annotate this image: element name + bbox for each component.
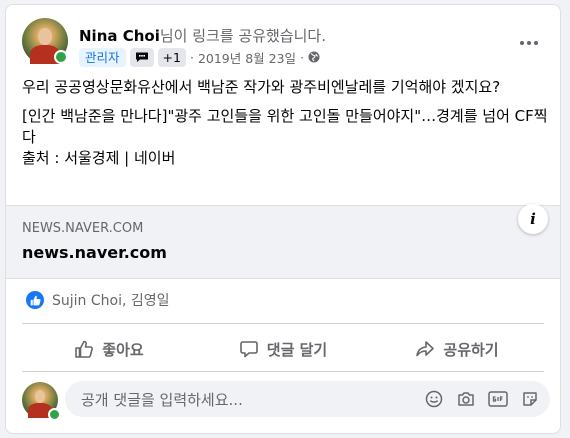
post-actions: 좋아요 댓글 달기 공유하기	[22, 331, 544, 367]
more-options-button[interactable]	[511, 29, 547, 57]
share-icon	[415, 339, 435, 359]
post-timestamp[interactable]: 2019년 8월 23일	[198, 48, 296, 67]
divider	[22, 371, 544, 372]
admin-badge[interactable]: 관리자	[79, 47, 126, 67]
post-body: 우리 공공영상문화유산에서 백남준 작가와 광주비엔날레를 기억해야 겠지요? …	[22, 77, 552, 169]
comment-tools	[424, 389, 540, 409]
link-title[interactable]: news.naver.com	[22, 243, 167, 262]
like-icon	[26, 291, 44, 309]
online-status-dot	[48, 408, 61, 421]
comment-placeholder: 공개 댓글을 입력하세요...	[81, 390, 243, 409]
reaction-names[interactable]: Sujin Choi, 김영일	[52, 290, 170, 310]
divider	[22, 323, 544, 324]
post-text-line: 우리 공공영상문화유산에서 백남준 작가와 광주비엔날레를 기억해야 겠지요?	[22, 78, 501, 96]
share-button[interactable]: 공유하기	[370, 331, 544, 367]
post-header: Nina Choi님이 링크를 공유했습니다.	[79, 25, 326, 46]
like-button[interactable]: 좋아요	[22, 331, 196, 367]
globe-icon[interactable]	[308, 51, 320, 63]
thumbs-up-icon	[74, 339, 94, 359]
like-label: 좋아요	[102, 340, 144, 359]
post-action-text: 님이 링크를 공유했습니다.	[159, 27, 326, 45]
meta-separator: ·	[189, 49, 194, 65]
reactions-summary[interactable]: Sujin Choi, 김영일	[26, 289, 170, 311]
plus-badge[interactable]: +1	[157, 47, 186, 67]
post-text-line: [인간 백남준을 만나다]"광주 고인들을 위한 고인돌 만들어야지"…경계를 …	[22, 107, 548, 146]
comment-input[interactable]: 공개 댓글을 입력하세요...	[65, 381, 550, 417]
comment-icon	[239, 339, 259, 359]
author-name[interactable]: Nina Choi	[79, 27, 160, 45]
camera-icon[interactable]	[456, 389, 476, 409]
comment-row: 공개 댓글을 입력하세요...	[22, 379, 554, 421]
comment-button[interactable]: 댓글 달기	[196, 331, 370, 367]
emoji-icon[interactable]	[424, 389, 444, 409]
post-meta: 관리자 +1 · 2019년 8월 23일 ·	[79, 47, 320, 67]
chat-badge-icon[interactable]	[129, 47, 154, 67]
online-status-dot	[54, 50, 68, 64]
info-icon[interactable]: i	[518, 204, 548, 234]
link-preview[interactable]: NEWS.NAVER.COM news.naver.com i	[6, 204, 560, 279]
share-label: 공유하기	[443, 340, 499, 359]
link-domain: NEWS.NAVER.COM	[22, 221, 144, 236]
comment-label: 댓글 달기	[266, 340, 328, 359]
meta-separator-2: ·	[300, 49, 305, 65]
gif-icon[interactable]	[488, 389, 508, 409]
post-text-line: 출처 : 서울경제 | 네이버	[22, 149, 176, 167]
post-card: Nina Choi님이 링크를 공유했습니다. 관리자 +1 · 2019년 8…	[5, 4, 561, 434]
sticker-icon[interactable]	[520, 389, 540, 409]
